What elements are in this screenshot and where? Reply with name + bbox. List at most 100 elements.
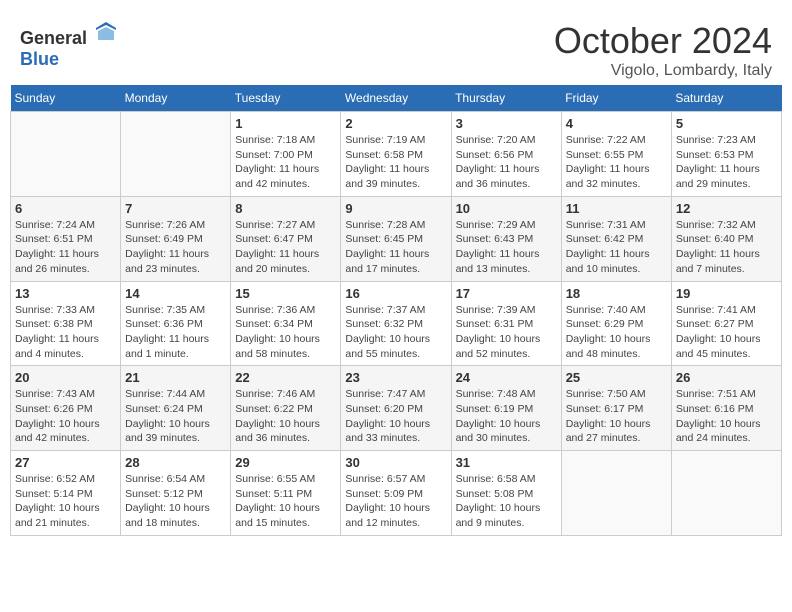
day-number: 2 [345, 116, 446, 131]
calendar-header-friday: Friday [561, 85, 671, 112]
calendar-cell: 20 Sunrise: 7:43 AMSunset: 6:26 PMDayligh… [11, 366, 121, 451]
day-number: 19 [676, 286, 777, 301]
calendar-cell: 29Sunrise: 6:55 AMSunset: 5:11 PMDayligh… [231, 451, 341, 536]
location-title: Vigolo, Lombardy, Italy [554, 62, 772, 80]
calendar-cell: 15Sunrise: 7:36 AMSunset: 6:34 PMDayligh… [231, 281, 341, 366]
day-info: Sunrise: 6:52 AMSunset: 5:14 PMDaylight:… [15, 472, 116, 531]
calendar-cell [561, 451, 671, 536]
day-number: 28 [125, 455, 226, 470]
calendar-cell: 6 Sunrise: 7:24 AMSunset: 6:51 PMDaylight… [11, 196, 121, 281]
calendar-cell: 31 Sunrise: 6:58 AMSunset: 5:08 PMDayligh… [451, 451, 561, 536]
calendar-cell: 25 Sunrise: 7:50 AMSunset: 6:17 PMDayligh… [561, 366, 671, 451]
day-info: Sunrise: 7:22 AMSunset: 6:55 PMDaylight:… [566, 133, 667, 192]
day-number: 9 [345, 201, 446, 216]
day-info: Sunrise: 7:19 AMSunset: 6:58 PMDaylight:… [345, 133, 446, 192]
calendar-header-saturday: Saturday [671, 85, 781, 112]
day-info: Sunrise: 7:47 AMSunset: 6:20 PMDaylight:… [345, 387, 446, 446]
day-number: 25 [566, 370, 667, 385]
day-info: Sunrise: 7:41 AMSunset: 6:27 PMDaylight:… [676, 303, 777, 362]
calendar-cell: 5 Sunrise: 7:23 AMSunset: 6:53 PMDaylight… [671, 112, 781, 197]
calendar-header-sunday: Sunday [11, 85, 121, 112]
calendar-cell [671, 451, 781, 536]
day-number: 24 [456, 370, 557, 385]
day-number: 22 [235, 370, 336, 385]
day-info: Sunrise: 7:28 AMSunset: 6:45 PMDaylight:… [345, 218, 446, 277]
calendar-table: SundayMondayTuesdayWednesdayThursdayFrid… [10, 85, 782, 536]
day-info: Sunrise: 7:29 AMSunset: 6:43 PMDaylight:… [456, 218, 557, 277]
calendar-week-4: 20 Sunrise: 7:43 AMSunset: 6:26 PMDayligh… [11, 366, 782, 451]
day-number: 31 [456, 455, 557, 470]
day-info: Sunrise: 7:37 AMSunset: 6:32 PMDaylight:… [345, 303, 446, 362]
day-info: Sunrise: 7:18 AMSunset: 7:00 PMDaylight:… [235, 133, 336, 192]
day-number: 12 [676, 201, 777, 216]
calendar-cell: 18 Sunrise: 7:40 AMSunset: 6:29 PMDayligh… [561, 281, 671, 366]
day-info: Sunrise: 7:24 AMSunset: 6:51 PMDaylight:… [15, 218, 116, 277]
day-number: 3 [456, 116, 557, 131]
day-info: Sunrise: 7:44 AMSunset: 6:24 PMDaylight:… [125, 387, 226, 446]
calendar-cell: 27 Sunrise: 6:52 AMSunset: 5:14 PMDayligh… [11, 451, 121, 536]
month-title: October 2024 [554, 20, 772, 62]
calendar-week-3: 13 Sunrise: 7:33 AMSunset: 6:38 PMDayligh… [11, 281, 782, 366]
day-number: 16 [345, 286, 446, 301]
calendar-cell: 9 Sunrise: 7:28 AMSunset: 6:45 PMDaylight… [341, 196, 451, 281]
day-number: 13 [15, 286, 116, 301]
calendar-cell: 4Sunrise: 7:22 AMSunset: 6:55 PMDaylight… [561, 112, 671, 197]
calendar-week-2: 6 Sunrise: 7:24 AMSunset: 6:51 PMDaylight… [11, 196, 782, 281]
calendar-cell: 22Sunrise: 7:46 AMSunset: 6:22 PMDayligh… [231, 366, 341, 451]
day-info: Sunrise: 7:51 AMSunset: 6:16 PMDaylight:… [676, 387, 777, 446]
calendar-header-tuesday: Tuesday [231, 85, 341, 112]
day-info: Sunrise: 7:32 AMSunset: 6:40 PMDaylight:… [676, 218, 777, 277]
day-number: 30 [345, 455, 446, 470]
calendar-week-1: 1 Sunrise: 7:18 AMSunset: 7:00 PMDaylight… [11, 112, 782, 197]
calendar-week-5: 27 Sunrise: 6:52 AMSunset: 5:14 PMDayligh… [11, 451, 782, 536]
day-info: Sunrise: 7:40 AMSunset: 6:29 PMDaylight:… [566, 303, 667, 362]
calendar-cell: 28 Sunrise: 6:54 AMSunset: 5:12 PMDayligh… [121, 451, 231, 536]
day-number: 14 [125, 286, 226, 301]
day-info: Sunrise: 7:26 AMSunset: 6:49 PMDaylight:… [125, 218, 226, 277]
calendar-header-row: SundayMondayTuesdayWednesdayThursdayFrid… [11, 85, 782, 112]
calendar-cell: 3Sunrise: 7:20 AMSunset: 6:56 PMDaylight… [451, 112, 561, 197]
day-info: Sunrise: 7:50 AMSunset: 6:17 PMDaylight:… [566, 387, 667, 446]
day-info: Sunrise: 6:54 AMSunset: 5:12 PMDaylight:… [125, 472, 226, 531]
day-info: Sunrise: 6:57 AMSunset: 5:09 PMDaylight:… [345, 472, 446, 531]
calendar-cell: 14 Sunrise: 7:35 AMSunset: 6:36 PMDayligh… [121, 281, 231, 366]
day-number: 11 [566, 201, 667, 216]
day-number: 27 [15, 455, 116, 470]
calendar-cell [11, 112, 121, 197]
title-section: October 2024 Vigolo, Lombardy, Italy [554, 20, 772, 80]
day-info: Sunrise: 7:23 AMSunset: 6:53 PMDaylight:… [676, 133, 777, 192]
logo-blue: Blue [20, 49, 59, 69]
day-number: 23 [345, 370, 446, 385]
calendar-cell: 2 Sunrise: 7:19 AMSunset: 6:58 PMDaylight… [341, 112, 451, 197]
calendar-cell: 8Sunrise: 7:27 AMSunset: 6:47 PMDaylight… [231, 196, 341, 281]
page-header: General Blue October 2024 Vigolo, Lombar… [10, 10, 782, 85]
calendar-cell: 30 Sunrise: 6:57 AMSunset: 5:09 PMDayligh… [341, 451, 451, 536]
day-info: Sunrise: 6:58 AMSunset: 5:08 PMDaylight:… [456, 472, 557, 531]
calendar-cell: 17Sunrise: 7:39 AMSunset: 6:31 PMDayligh… [451, 281, 561, 366]
day-number: 6 [15, 201, 116, 216]
logo-content: General Blue [20, 20, 118, 70]
day-number: 18 [566, 286, 667, 301]
day-info: Sunrise: 7:35 AMSunset: 6:36 PMDaylight:… [125, 303, 226, 362]
calendar-cell: 21 Sunrise: 7:44 AMSunset: 6:24 PMDayligh… [121, 366, 231, 451]
day-info: Sunrise: 7:33 AMSunset: 6:38 PMDaylight:… [15, 303, 116, 362]
day-info: Sunrise: 7:27 AMSunset: 6:47 PMDaylight:… [235, 218, 336, 277]
calendar-cell: 26 Sunrise: 7:51 AMSunset: 6:16 PMDayligh… [671, 366, 781, 451]
day-info: Sunrise: 7:39 AMSunset: 6:31 PMDaylight:… [456, 303, 557, 362]
day-info: Sunrise: 7:43 AMSunset: 6:26 PMDaylight:… [15, 387, 116, 446]
day-number: 1 [235, 116, 336, 131]
day-info: Sunrise: 7:48 AMSunset: 6:19 PMDaylight:… [456, 387, 557, 446]
day-number: 26 [676, 370, 777, 385]
calendar-header-wednesday: Wednesday [341, 85, 451, 112]
day-info: Sunrise: 7:36 AMSunset: 6:34 PMDaylight:… [235, 303, 336, 362]
calendar-cell: 1 Sunrise: 7:18 AMSunset: 7:00 PMDaylight… [231, 112, 341, 197]
logo-icon [94, 20, 118, 44]
calendar-header-monday: Monday [121, 85, 231, 112]
day-number: 20 [15, 370, 116, 385]
logo: General Blue [20, 20, 118, 70]
day-number: 7 [125, 201, 226, 216]
day-info: Sunrise: 6:55 AMSunset: 5:11 PMDaylight:… [235, 472, 336, 531]
calendar-cell: 19 Sunrise: 7:41 AMSunset: 6:27 PMDayligh… [671, 281, 781, 366]
day-number: 21 [125, 370, 226, 385]
day-number: 5 [676, 116, 777, 131]
